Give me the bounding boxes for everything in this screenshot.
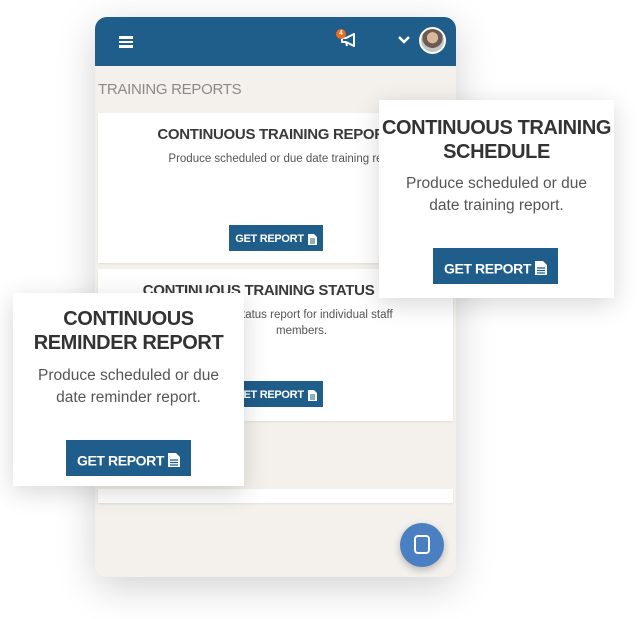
chevron-down-icon[interactable] <box>398 35 410 45</box>
popup-description: date reminder report. <box>56 389 201 406</box>
popup-title: CONTINUOUS TRAINING <box>381 117 612 139</box>
button-label: GET REPORT <box>235 389 304 402</box>
popup-title: CONTINUOUS <box>63 308 194 330</box>
chat-launcher-button[interactable] <box>400 523 444 567</box>
popup-title: SCHEDULE <box>443 141 550 163</box>
popup-title: REMINDER REPORT <box>33 332 224 354</box>
notification-badge: 4 <box>336 29 346 39</box>
schedule-report-popup: CONTINUOUS TRAINING SCHEDULE Produce sch… <box>379 100 614 298</box>
card-description: tatus report for individual staff <box>242 309 393 321</box>
section-title: TRAINING REPORTS <box>98 81 242 98</box>
chat-icon <box>414 535 430 554</box>
get-report-button[interactable]: GET REPORT <box>433 248 558 284</box>
menu-icon[interactable] <box>119 36 133 48</box>
reminder-report-popup: CONTINUOUS REMINDER REPORT Produce sched… <box>13 293 244 486</box>
popup-description: date training report. <box>429 197 564 214</box>
top-navigation-bar: 4 <box>95 17 456 66</box>
popup-description: Produce scheduled or due <box>406 175 587 192</box>
card-description: members. <box>276 325 328 337</box>
popup-description: Produce scheduled or due <box>38 367 219 384</box>
button-label: GET REPORT <box>235 233 304 246</box>
get-report-button[interactable]: GET REPORT <box>229 225 323 251</box>
document-icon <box>535 261 547 276</box>
avatar[interactable] <box>419 27 446 54</box>
button-label: GET REPORT <box>76 452 164 469</box>
get-report-button[interactable]: GET REPORT <box>66 440 191 476</box>
document-icon <box>307 233 317 245</box>
document-icon <box>307 389 317 401</box>
document-icon <box>168 453 180 468</box>
button-label: GET REPORT <box>443 260 531 277</box>
report-card <box>98 489 453 503</box>
